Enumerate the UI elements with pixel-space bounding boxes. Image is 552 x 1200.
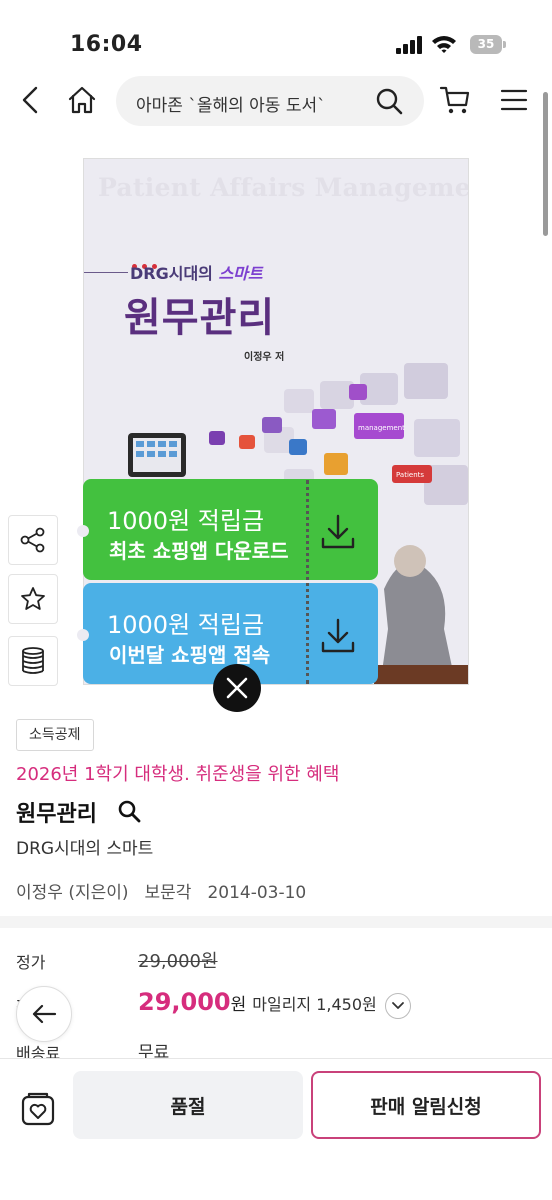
back-button[interactable] xyxy=(8,78,52,122)
product-date: 2014-03-10 xyxy=(207,883,307,903)
app-download-banner[interactable]: 1000원 적립금 최초 쇼핑앱 다운로드 xyxy=(77,479,378,580)
sale-price-unit: 원 xyxy=(230,995,247,1015)
visit-banner-line2: 이번달 쇼핑앱 접속 xyxy=(109,643,271,667)
menu-icon xyxy=(500,89,528,111)
top-nav: 아마존 `올해의 아동 도서` xyxy=(0,70,552,134)
floating-back-button[interactable] xyxy=(16,986,72,1042)
close-banner-button[interactable] xyxy=(213,664,261,712)
chevron-down-icon xyxy=(392,1002,404,1009)
search-bar[interactable]: 아마존 `올해의 아동 도서` xyxy=(116,76,424,126)
promo-link[interactable]: 2026년 1학기 대학생. 취준생을 위한 혜택 xyxy=(16,760,339,786)
banner-perforation xyxy=(306,480,309,684)
bottom-action-bar: 품절 판매 알림신청 xyxy=(0,1058,552,1200)
list-price-label: 정가 xyxy=(16,953,46,972)
cart-button[interactable] xyxy=(433,78,477,122)
download-icon[interactable] xyxy=(319,513,357,551)
product-meta: 이정우 (지은이) 보문각 2014-03-10 xyxy=(16,878,322,903)
product-publisher[interactable]: 보문각 xyxy=(145,883,192,903)
close-icon xyxy=(226,677,248,699)
status-time: 16:04 xyxy=(70,32,143,57)
battery-indicator: 35 xyxy=(470,35,502,54)
home-button[interactable] xyxy=(60,78,104,122)
battery-tip xyxy=(503,41,506,48)
cover-floor xyxy=(374,665,468,684)
share-button[interactable] xyxy=(8,515,58,565)
status-bar: 16:04 35 xyxy=(0,0,552,70)
star-icon xyxy=(21,587,45,610)
price-detail-toggle[interactable] xyxy=(385,993,411,1019)
price-compare-button[interactable] xyxy=(8,636,58,686)
section-divider xyxy=(0,916,552,928)
favorite-button[interactable] xyxy=(8,574,58,624)
search-icon[interactable] xyxy=(116,798,142,824)
mileage-text: 마일리지 1,450원 xyxy=(252,995,377,1014)
search-input[interactable]: 아마존 `올해의 아동 도서` xyxy=(136,91,366,116)
scrollbar[interactable] xyxy=(543,92,548,236)
wifi-icon xyxy=(432,36,456,53)
banner-notch xyxy=(77,629,89,641)
product-title: 원무관리 xyxy=(16,802,97,827)
product-subtitle: DRG시대의 스마트 xyxy=(16,839,154,859)
tax-deduction-tag: 소득공제 xyxy=(16,719,94,751)
download-banner-line2: 최초 쇼핑앱 다운로드 xyxy=(109,539,289,563)
home-icon xyxy=(68,86,96,114)
product-author[interactable]: 이정우 (지은이) xyxy=(16,883,129,903)
cart-icon xyxy=(439,86,470,114)
sale-price-value: 29,000 xyxy=(138,988,231,1016)
coins-icon xyxy=(22,647,44,674)
sale-price: 29,000원 마일리지 1,450원 xyxy=(138,988,377,1016)
signal-icon xyxy=(396,36,422,54)
menu-button[interactable] xyxy=(492,78,536,122)
restock-notify-button[interactable]: 판매 알림신청 xyxy=(311,1071,541,1139)
arrow-left-icon xyxy=(32,1004,57,1024)
banner-notch xyxy=(77,525,89,537)
visit-banner-line1: 1000원 적립금 xyxy=(107,611,265,639)
download-banner-line1: 1000원 적립금 xyxy=(107,507,265,535)
share-icon xyxy=(20,527,45,553)
back-icon xyxy=(22,86,38,114)
list-price-value: 29,000원 xyxy=(138,951,218,972)
soldout-button[interactable]: 품절 xyxy=(73,1071,303,1139)
wishlist-icon[interactable] xyxy=(18,1089,58,1129)
cover-tile-management: management xyxy=(358,424,405,432)
search-icon[interactable] xyxy=(374,86,404,116)
cover-tile-patients: Patients xyxy=(396,471,424,479)
download-icon[interactable] xyxy=(319,617,357,655)
